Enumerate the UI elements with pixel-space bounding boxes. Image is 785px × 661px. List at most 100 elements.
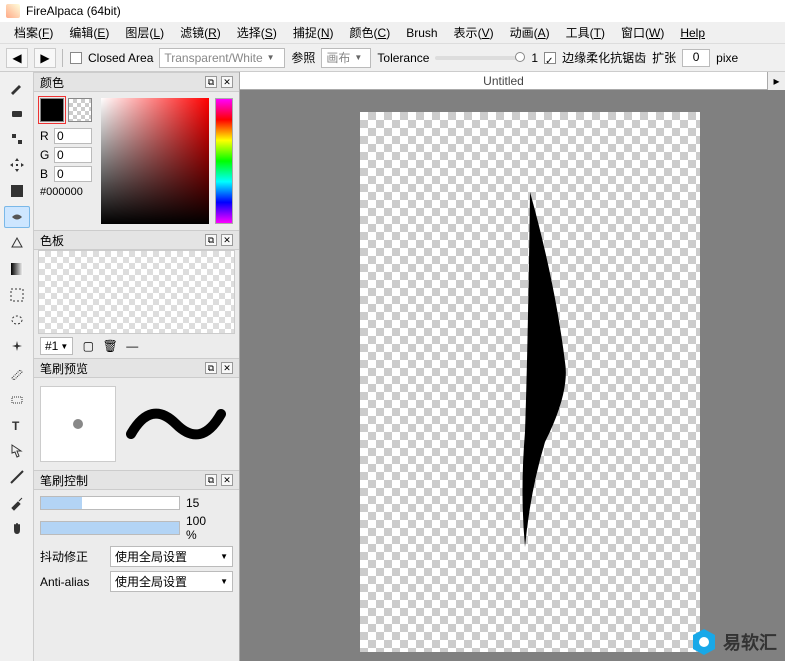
title-text: FireAlpaca (64bit)	[26, 4, 121, 18]
palette-grid[interactable]	[38, 250, 235, 334]
close-icon[interactable]: ✕	[221, 362, 233, 374]
text-tool-icon[interactable]: T	[4, 414, 30, 436]
tool-column: T	[0, 72, 34, 661]
gradient-tool-icon[interactable]	[4, 232, 30, 254]
b-input[interactable]	[54, 166, 92, 182]
options-toolbar: ◀ ▶ Closed Area Transparent/White▼ 参照 画布…	[0, 44, 785, 72]
expand-input[interactable]: 0	[682, 49, 710, 67]
drawn-stroke	[500, 192, 580, 552]
ref-label: 参照	[291, 49, 315, 66]
undock-icon[interactable]: ⧉	[205, 234, 217, 246]
hand-tool-icon[interactable]	[4, 518, 30, 540]
transparency-select[interactable]: Transparent/White▼	[159, 48, 285, 68]
marquee-tool-icon[interactable]	[4, 284, 30, 306]
brush-size-value: 15	[186, 496, 218, 510]
watermark-text: 易软汇	[723, 629, 777, 655]
color-panel-title: 颜色	[40, 74, 64, 91]
ref-select[interactable]: 画布▼	[321, 48, 371, 68]
menu-anim[interactable]: 动画(A)	[504, 22, 556, 43]
fill-tool-icon[interactable]	[4, 180, 30, 202]
brush-ctrl-header: 笔刷控制 ⧉ ✕	[34, 470, 239, 490]
line-icon: —	[125, 339, 139, 353]
undock-icon[interactable]: ⧉	[205, 474, 217, 486]
close-icon[interactable]: ✕	[221, 234, 233, 246]
palette-select[interactable]: #1 ▼	[40, 337, 73, 355]
add-swatch-icon[interactable]: ▢	[81, 339, 95, 353]
g-input[interactable]	[54, 147, 92, 163]
menu-help[interactable]: Help	[674, 24, 711, 42]
tolerance-slider[interactable]	[435, 56, 525, 60]
watermark: 易软汇	[691, 627, 777, 657]
menu-layer[interactable]: 图层(L)	[119, 22, 170, 43]
brush-preview-title: 笔刷预览	[40, 360, 88, 377]
menubar: 档案(F) 编辑(E) 图层(L) 滤镜(R) 选择(S) 捕捉(N) 颜色(C…	[0, 22, 785, 44]
menu-color[interactable]: 颜色(C)	[344, 22, 397, 43]
panels-column: 颜色 ⧉ ✕ R G B #000000 色板 ⧉	[34, 72, 240, 661]
app-icon	[6, 4, 20, 18]
undock-icon[interactable]: ⧉	[205, 362, 217, 374]
brush-tip-preview	[40, 386, 116, 462]
close-icon[interactable]: ✕	[221, 474, 233, 486]
bucket-tool-icon[interactable]	[4, 206, 30, 228]
antialias-checkbox[interactable]	[544, 52, 556, 64]
undo-arrow-icon[interactable]: ◀	[6, 48, 28, 68]
svg-text:T: T	[12, 419, 20, 433]
hue-slider[interactable]	[215, 98, 233, 224]
menu-select[interactable]: 选择(S)	[231, 22, 283, 43]
brush-tool-icon[interactable]	[4, 76, 30, 98]
expand-label: 扩张	[652, 49, 676, 66]
move-tool-icon[interactable]	[4, 154, 30, 176]
brush-opacity-value: 100 %	[186, 514, 218, 542]
wand-tool-icon[interactable]	[4, 336, 30, 358]
gradient2-tool-icon[interactable]	[4, 258, 30, 280]
jitter-select[interactable]: 使用全局设置▼	[110, 546, 233, 567]
divide-tool-icon[interactable]	[4, 466, 30, 488]
aa-label: Anti-alias	[40, 575, 104, 589]
menu-view[interactable]: 表示(V)	[448, 22, 500, 43]
selectpen-tool-icon[interactable]	[4, 362, 30, 384]
close-icon[interactable]: ✕	[221, 76, 233, 88]
closed-area-label: Closed Area	[88, 51, 153, 65]
canvas-area[interactable]: Untitled ▸ 易软汇	[240, 72, 785, 661]
palette-panel-title: 色板	[40, 232, 64, 249]
jitter-label: 抖动修正	[40, 548, 104, 565]
aa-select[interactable]: 使用全局设置▼	[110, 571, 233, 592]
redo-arrow-icon[interactable]: ▶	[34, 48, 56, 68]
r-input[interactable]	[54, 128, 92, 144]
delete-swatch-icon[interactable]: 🗑	[103, 339, 117, 353]
tolerance-label: Tolerance	[377, 51, 429, 65]
dot-tool-icon[interactable]	[4, 128, 30, 150]
background-swatch[interactable]	[68, 98, 92, 122]
menu-window[interactable]: 窗口(W)	[615, 22, 670, 43]
color-panel-header: 颜色 ⧉ ✕	[34, 72, 239, 92]
menu-filter[interactable]: 滤镜(R)	[174, 22, 227, 43]
brush-size-slider[interactable]	[40, 496, 180, 510]
foreground-swatch[interactable]	[40, 98, 64, 122]
palette-panel-header: 色板 ⧉ ✕	[34, 230, 239, 250]
scroll-right-icon[interactable]: ▸	[767, 72, 785, 90]
brush-stroke-preview	[126, 386, 226, 462]
hex-value: #000000	[40, 186, 95, 198]
brush-preview-header: 笔刷预览 ⧉ ✕	[34, 358, 239, 378]
menu-file[interactable]: 档案(F)	[8, 22, 59, 43]
menu-brush[interactable]: Brush	[400, 24, 443, 42]
menu-edit[interactable]: 编辑(E)	[63, 22, 115, 43]
operation-tool-icon[interactable]	[4, 440, 30, 462]
eyedropper-tool-icon[interactable]	[4, 492, 30, 514]
brush-opacity-slider[interactable]	[40, 521, 180, 535]
antialias-label: 边缘柔化抗锯齿	[562, 49, 646, 66]
lasso-tool-icon[interactable]	[4, 310, 30, 332]
menu-snap[interactable]: 捕捉(N)	[287, 22, 340, 43]
color-gradient-picker[interactable]	[101, 98, 209, 224]
menu-tools[interactable]: 工具(T)	[560, 22, 611, 43]
selecterase-tool-icon[interactable]	[4, 388, 30, 410]
eraser-tool-icon[interactable]	[4, 102, 30, 124]
tolerance-value: 1	[531, 51, 538, 65]
titlebar: FireAlpaca (64bit)	[0, 0, 785, 22]
brush-ctrl-title: 笔刷控制	[40, 472, 88, 489]
expand-unit: pixe	[716, 51, 738, 65]
undock-icon[interactable]: ⧉	[205, 76, 217, 88]
document-tab[interactable]: Untitled	[240, 72, 767, 90]
watermark-icon	[691, 627, 717, 657]
closed-area-checkbox[interactable]	[70, 52, 82, 64]
